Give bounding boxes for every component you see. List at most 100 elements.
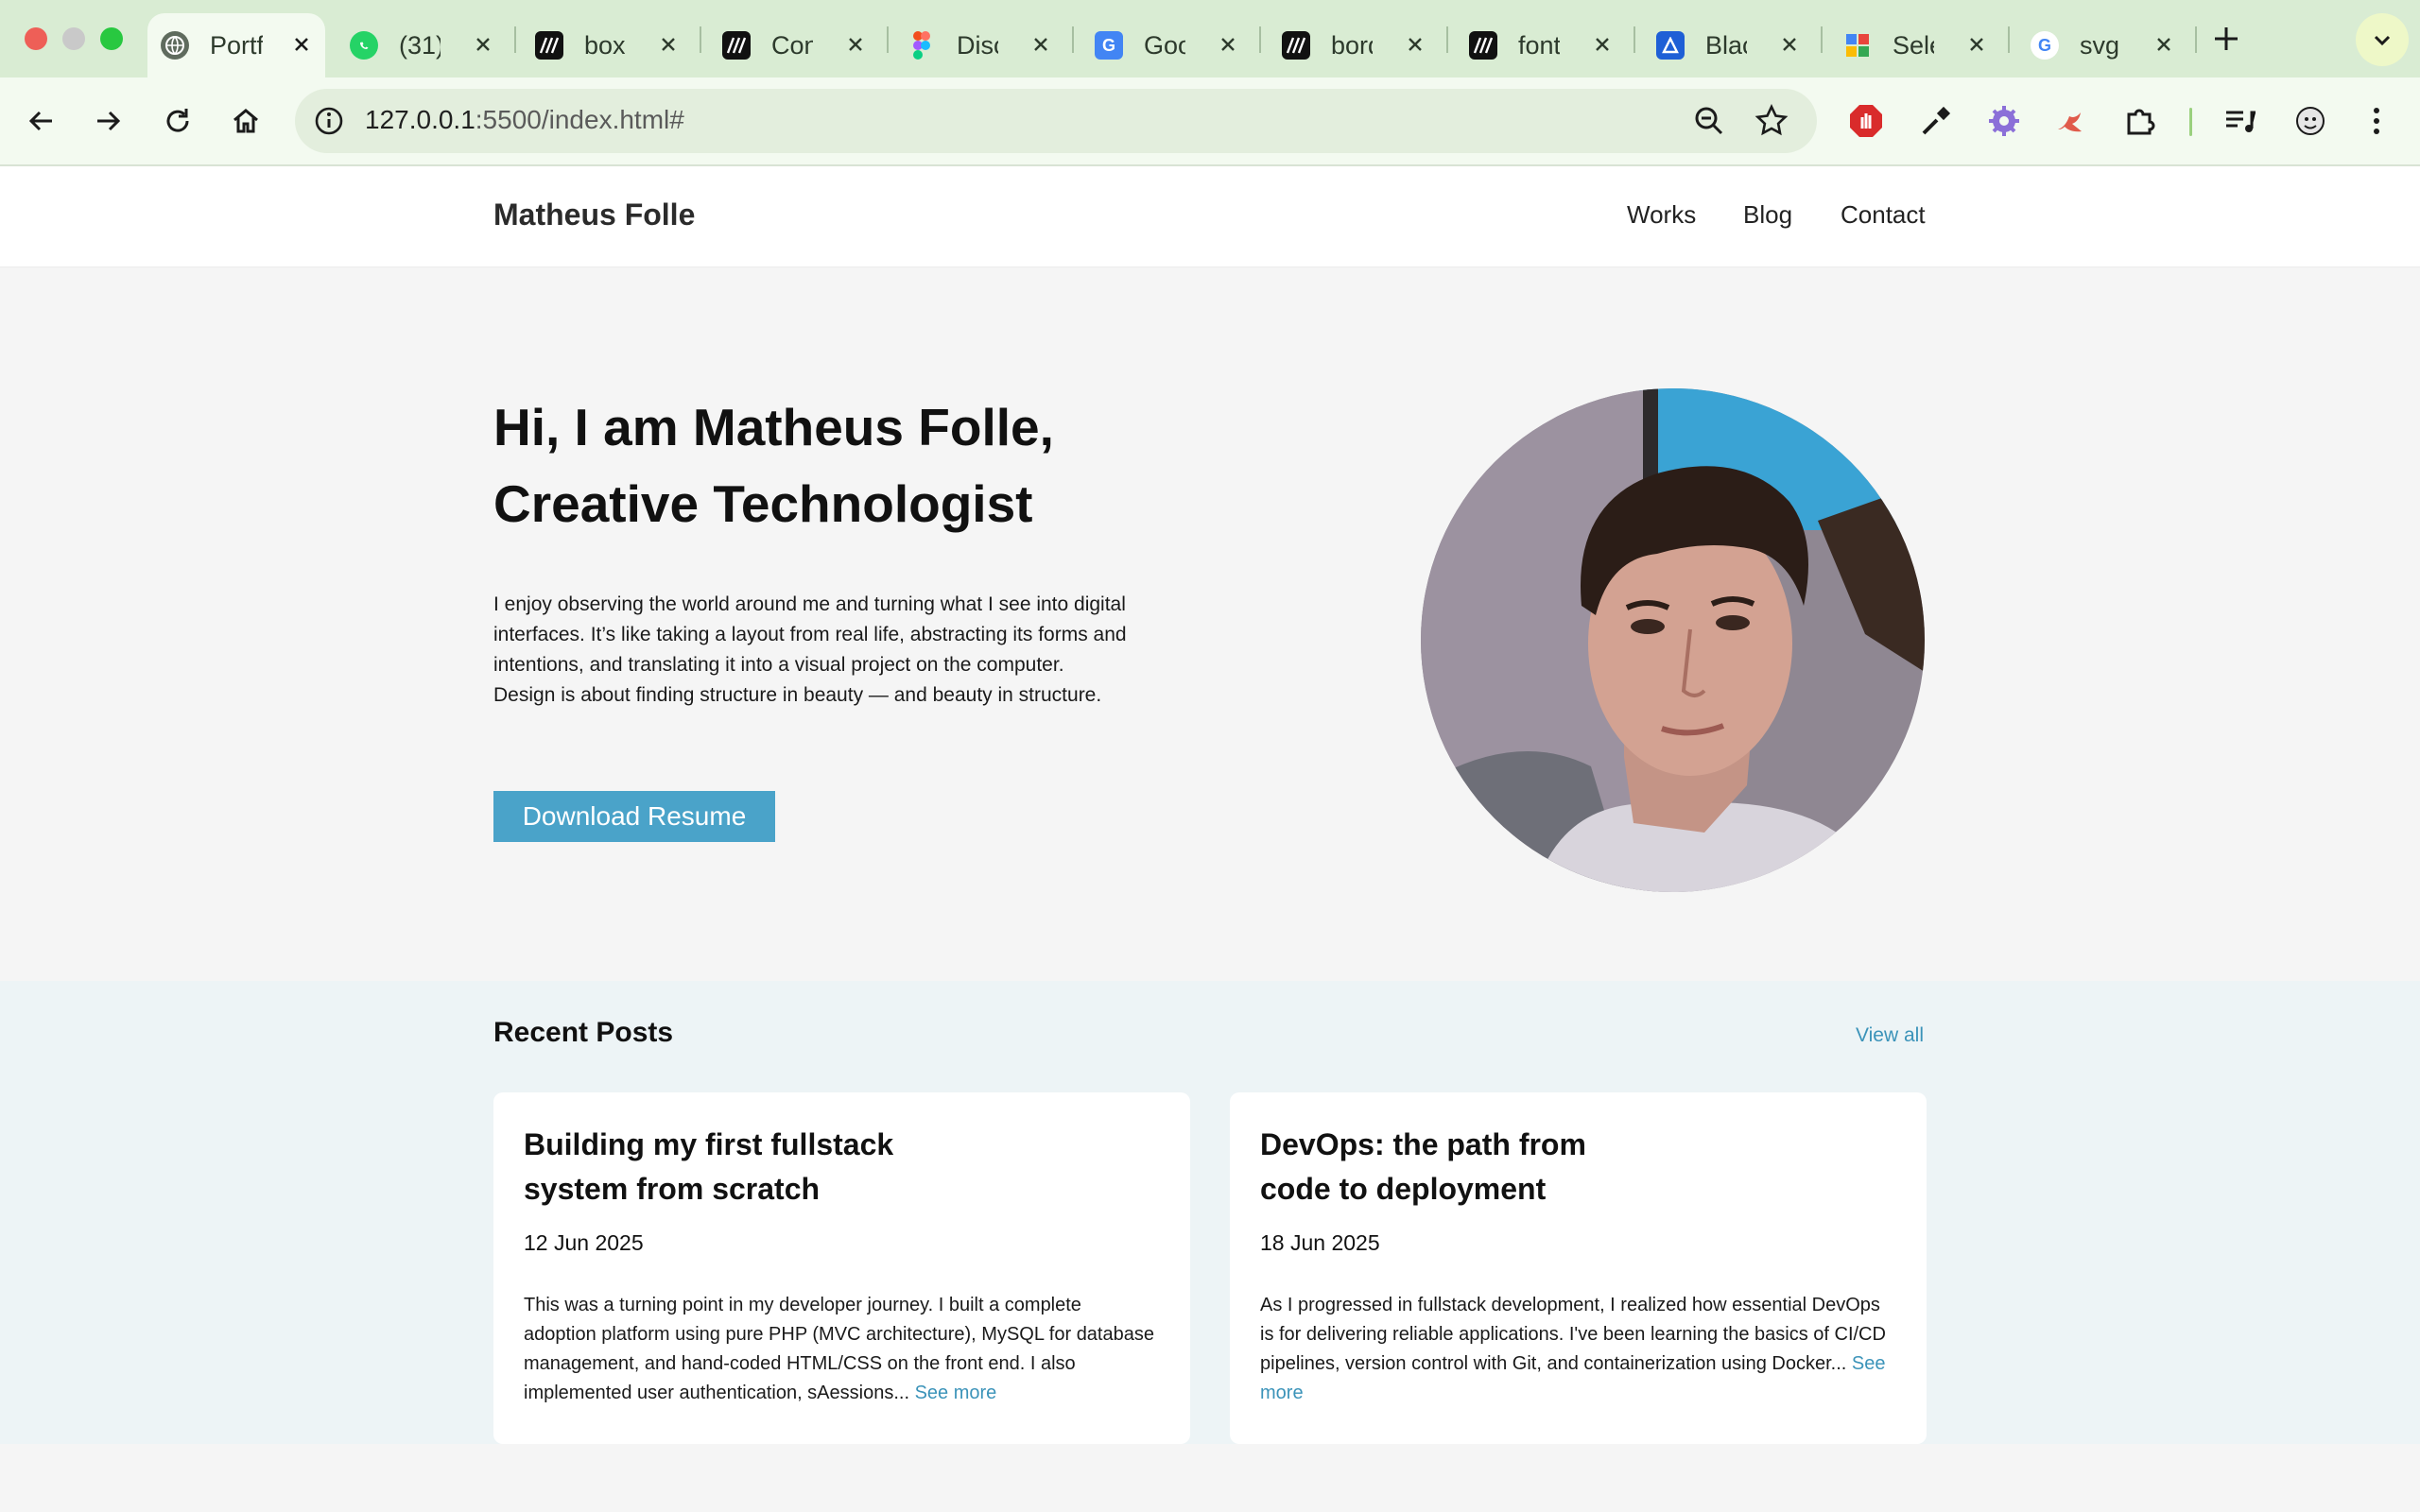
color-picker-extension-button[interactable] (1915, 100, 1957, 142)
tab-title: Portfolio (210, 30, 263, 60)
pinterest-extension-button[interactable] (2051, 100, 2093, 142)
tab-separator (700, 26, 701, 53)
adblock-extension-button[interactable] (1845, 100, 1887, 142)
minimize-window-button[interactable] (62, 27, 85, 50)
close-tab-icon[interactable] (1779, 34, 1800, 55)
close-tab-icon[interactable] (1966, 34, 1987, 55)
post-title[interactable]: DevOps: the path from code to deployment (1260, 1123, 1657, 1211)
tab-google-translate[interactable]: G Google Translate (1081, 13, 1252, 77)
close-tab-icon[interactable] (1405, 34, 1426, 55)
nav-blog[interactable]: Blog (1743, 200, 1792, 230)
globe-icon (161, 31, 189, 60)
recent-posts-section: Recent Posts View all Building my first … (0, 981, 2420, 1444)
back-button[interactable] (21, 100, 62, 142)
site-info-icon[interactable] (312, 104, 346, 138)
profile-photo (1421, 388, 1925, 892)
brand-logo[interactable]: Matheus Folle (493, 198, 695, 232)
view-all-link[interactable]: View all (1856, 1024, 1924, 1047)
profile-button[interactable] (2290, 100, 2331, 142)
tab-separator (1821, 26, 1823, 53)
hero-title: Hi, I am Matheus Folle, Creative Technol… (493, 389, 1344, 542)
close-tab-icon[interactable] (1030, 34, 1051, 55)
tab-conditional[interactable]: Conditional (709, 13, 879, 77)
tab-figma[interactable]: Discover (894, 13, 1064, 77)
figma-icon (908, 31, 936, 60)
tab-title: (31) WhatsApp (399, 30, 441, 60)
whatsapp-icon (350, 31, 378, 60)
tab-search-button[interactable] (2356, 13, 2409, 66)
url-path: :5500/index.html# (475, 105, 684, 134)
zoom-icon[interactable] (1692, 104, 1726, 138)
tab-title: border (1331, 30, 1373, 60)
media-controls-button[interactable] (2220, 100, 2261, 142)
tab-whatsapp[interactable]: (31) WhatsApp (337, 13, 507, 77)
close-tab-icon[interactable] (1592, 34, 1613, 55)
address-bar[interactable]: 127.0.0.1:5500/index.html# (295, 89, 1817, 153)
mdn-icon (535, 31, 563, 60)
forward-arrow-icon (97, 111, 121, 131)
see-more-link[interactable]: See more (915, 1383, 997, 1403)
tab-title: box-shadow (584, 30, 626, 60)
extensions-button[interactable] (2119, 100, 2161, 142)
web-page: Matheus Folle Works Blog Contact Hi, I a… (0, 166, 2420, 1512)
nav-works[interactable]: Works (1627, 200, 1696, 230)
tab-title: Select (1893, 30, 1934, 60)
post-date: 12 Jun 2025 (524, 1230, 644, 1255)
browser-chrome: Portfolio (31) WhatsApp box-shadow (0, 0, 2420, 166)
tab-title: Blackbox (1705, 30, 1747, 60)
gear-icon (1989, 106, 2019, 136)
tab-strip: Portfolio (31) WhatsApp box-shadow (0, 0, 2420, 77)
select-icon (1843, 31, 1872, 60)
close-tab-icon[interactable] (658, 34, 679, 55)
eyedropper-icon (1922, 106, 1951, 135)
tab-select[interactable]: Select (1830, 13, 2000, 77)
post-excerpt: This was a turning point in my developer… (524, 1291, 1157, 1408)
tab-portfolio[interactable]: Portfolio (147, 13, 325, 77)
mdn-icon (1282, 31, 1310, 60)
tab-separator (1446, 26, 1448, 53)
close-tab-icon[interactable] (845, 34, 866, 55)
tab-separator (2195, 26, 2197, 53)
back-arrow-icon (28, 111, 52, 131)
url-text[interactable]: 127.0.0.1:5500/index.html# (365, 105, 684, 135)
forward-button[interactable] (87, 100, 129, 142)
site-header: Matheus Folle Works Blog Contact (0, 166, 2420, 267)
tab-title: svg h (2080, 30, 2121, 60)
playlist-icon (2226, 111, 2256, 132)
tab-svg-search[interactable]: G svg h (2017, 13, 2187, 77)
url-host: 127.0.0.1 (365, 105, 475, 134)
hero-title-line-1: Hi, I am Matheus Folle, (493, 398, 1054, 456)
settings-extension-button[interactable] (1983, 100, 2025, 142)
post-date: 18 Jun 2025 (1260, 1230, 1380, 1255)
home-button[interactable] (225, 100, 267, 142)
kebab-menu-icon (2374, 108, 2379, 134)
maximize-window-button[interactable] (100, 27, 123, 50)
hero-title-line-2: Creative Technologist (493, 474, 1033, 533)
download-resume-button[interactable]: Download Resume (493, 791, 775, 842)
tab-blackbox[interactable]: Blackbox (1643, 13, 1813, 77)
browser-toolbar: 127.0.0.1:5500/index.html# (0, 77, 2420, 166)
tab-border[interactable]: border (1269, 13, 1439, 77)
stop-hand-icon (1850, 105, 1882, 137)
tab-box-shadow[interactable]: box-shadow (522, 13, 692, 77)
close-tab-icon[interactable] (1218, 34, 1238, 55)
close-window-button[interactable] (25, 27, 47, 50)
post-excerpt: As I progressed in fullstack development… (1260, 1291, 1893, 1408)
tab-separator (887, 26, 889, 53)
post-card[interactable]: Building my first fullstack system from … (493, 1092, 1190, 1444)
close-tab-icon[interactable] (2153, 34, 2174, 55)
puzzle-icon (2127, 109, 2155, 135)
post-title[interactable]: Building my first fullstack system from … (524, 1123, 921, 1211)
close-tab-icon[interactable] (291, 34, 312, 55)
tab-font[interactable]: font (1456, 13, 1626, 77)
bookmark-star-icon[interactable] (1754, 104, 1789, 138)
browser-menu-button[interactable] (2356, 100, 2397, 142)
close-tab-icon[interactable] (473, 34, 493, 55)
tab-separator (2008, 26, 2010, 53)
new-tab-icon[interactable] (2208, 21, 2244, 57)
post-card[interactable]: DevOps: the path from code to deployment… (1230, 1092, 1927, 1444)
nav-contact[interactable]: Contact (1841, 200, 1926, 230)
tab-title: Conditional (771, 30, 813, 60)
reload-button[interactable] (157, 100, 199, 142)
mdn-icon (1469, 31, 1497, 60)
